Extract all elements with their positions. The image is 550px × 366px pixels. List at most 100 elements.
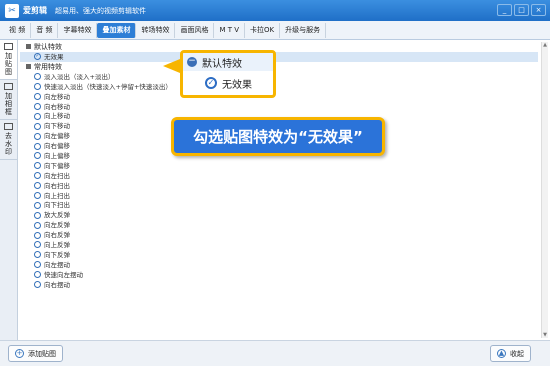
radio-check-icon[interactable]	[34, 182, 41, 190]
radio-check-icon[interactable]	[34, 132, 41, 140]
minus-icon: −	[187, 56, 197, 67]
group-common-effects[interactable]: 常用特效	[20, 62, 538, 72]
effect-item-label: 无效果	[44, 52, 64, 61]
zoom-popup: − 默认特效 ✓ 无效果	[180, 50, 276, 98]
add-sticker-button[interactable]: + 添加贴图	[8, 345, 63, 362]
menu-transition-effects[interactable]: 转场特效	[136, 22, 176, 38]
effect-item-label: 向右摆动	[44, 280, 70, 289]
effect-item[interactable]: 向上反弹	[20, 240, 538, 250]
window-controls: _ □ ×	[497, 4, 546, 16]
effect-item[interactable]: 向左扫出	[20, 171, 538, 181]
effect-item-label: 快速向左摆动	[44, 270, 83, 279]
scroll-down-icon[interactable]: ▼	[542, 332, 548, 338]
radio-check-icon[interactable]	[34, 192, 41, 200]
radio-check-icon[interactable]	[34, 251, 41, 259]
radio-check-icon[interactable]	[34, 93, 41, 101]
tab-add-sticker[interactable]: 加贴图	[0, 40, 17, 80]
collapse-button[interactable]: ▲ 收起	[490, 345, 531, 362]
radio-check-icon[interactable]	[34, 103, 41, 110]
radio-check-icon[interactable]	[34, 162, 41, 170]
radio-check-icon[interactable]	[34, 271, 41, 279]
radio-check-icon[interactable]	[34, 241, 41, 249]
effect-item[interactable]: 向下反弹	[20, 250, 538, 260]
effect-item-label: 向上反弹	[44, 240, 70, 249]
effect-item[interactable]: 向上扫出	[20, 191, 538, 201]
common-effects-list: 淡入淡出（淡入+淡出） 快速淡入淡出（快速淡入+停留+快速淡出） 向左移动 向右移动向…	[20, 72, 538, 290]
maximize-button[interactable]: □	[514, 4, 529, 16]
radio-check-icon[interactable]	[34, 231, 41, 239]
watermark-icon	[4, 123, 13, 130]
list-scrollbar[interactable]: ▲ ▼	[541, 42, 548, 338]
effect-item[interactable]: 向左摆动	[20, 260, 538, 270]
menu-picture-style[interactable]: 画面风格	[175, 22, 215, 38]
effect-item[interactable]: 向左移动	[20, 92, 538, 102]
group-label: 默认特效	[34, 43, 62, 51]
effect-item[interactable]: 向下偏移	[20, 161, 538, 171]
radio-check-icon[interactable]	[34, 211, 41, 219]
menu-mtv[interactable]: M T V	[214, 22, 246, 38]
effect-item-label: 向右扫出	[44, 181, 70, 190]
effect-item-label: 向右移动	[44, 102, 70, 111]
radio-check-icon[interactable]	[34, 221, 41, 229]
popup-pointer-arrow	[163, 59, 180, 73]
menu-audio[interactable]: 音 频	[31, 22, 59, 38]
radio-check-icon[interactable]	[34, 142, 41, 150]
radio-check-icon[interactable]	[34, 122, 41, 130]
effect-item[interactable]: 快速向左摆动	[20, 270, 538, 280]
effect-item-label: 向下反弹	[44, 250, 70, 259]
main-menu-bar: 视 频 音 频 字幕特效 叠加素材 转场特效 画面风格 M T V 卡拉OK 升…	[0, 21, 550, 40]
radio-check-icon[interactable]	[34, 152, 41, 160]
menu-video[interactable]: 视 频	[4, 22, 32, 38]
effect-item-label: 向上偏移	[44, 151, 70, 160]
menu-karaoke[interactable]: 卡拉OK	[245, 22, 281, 38]
app-subtitle: 超易用、强大的视频剪辑软件	[55, 6, 146, 15]
effect-item-label: 向下偏移	[44, 161, 70, 170]
effect-item[interactable]: 淡入淡出（淡入+淡出）	[20, 72, 538, 82]
collapse-toggle-icon	[26, 44, 31, 49]
checkmark-icon: ✓	[205, 77, 217, 89]
effect-item[interactable]: 向右摆动	[20, 280, 538, 290]
scroll-up-icon[interactable]: ▲	[542, 42, 548, 48]
tab-remove-watermark[interactable]: 去水印	[0, 120, 17, 160]
sticker-icon	[4, 43, 13, 50]
menu-upgrade-service[interactable]: 升级与服务	[280, 22, 327, 38]
effect-item[interactable]: 快速淡入淡出（快速淡入+停留+快速淡出）	[20, 82, 538, 92]
close-button[interactable]: ×	[531, 4, 546, 16]
tab-add-frame[interactable]: 加相框	[0, 80, 17, 120]
tab-add-sticker-label: 加贴图	[4, 52, 13, 76]
group-default-effects[interactable]: 默认特效	[20, 42, 538, 52]
effect-item-label: 向右反弹	[44, 231, 70, 240]
radio-check-icon[interactable]	[34, 281, 41, 289]
minimize-button[interactable]: _	[497, 4, 512, 16]
effect-item[interactable]: 向下扫出	[20, 200, 538, 210]
radio-check-icon[interactable]	[34, 201, 41, 209]
collapse-label: 收起	[510, 349, 524, 358]
effect-item[interactable]: 向右移动	[20, 102, 538, 112]
effect-item[interactable]: 向右反弹	[20, 230, 538, 240]
effect-item-label: 淡入淡出（淡入+淡出）	[44, 72, 115, 81]
default-effects-list: ✓ 无效果	[20, 52, 538, 62]
effect-item[interactable]: ✓ 无效果	[20, 52, 538, 62]
radio-check-icon[interactable]	[34, 73, 41, 81]
radio-check-icon[interactable]	[34, 172, 41, 180]
left-tab-strip: 加贴图 加相框 去水印	[0, 40, 18, 340]
group-label: 常用特效	[34, 62, 62, 71]
radio-check-icon[interactable]	[34, 83, 41, 91]
tab-add-frame-label: 加相框	[4, 92, 13, 116]
collapse-icon: ▲	[497, 349, 506, 358]
effect-item[interactable]: 向右扫出	[20, 181, 538, 191]
effect-item[interactable]: 放大反弹	[20, 210, 538, 220]
effect-item-label: 向上移动	[44, 112, 70, 121]
title-bar: ✂ 爱剪辑 超易用、强大的视频剪辑软件 _ □ ×	[0, 0, 550, 21]
popup-heading: − 默认特效	[183, 53, 273, 71]
menu-overlay-material[interactable]: 叠加素材	[97, 22, 137, 38]
effect-item[interactable]: 向左反弹	[20, 220, 538, 230]
radio-check-icon[interactable]	[34, 112, 41, 120]
radio-check-icon[interactable]: ✓	[34, 53, 41, 61]
instruction-callout: 勾选贴图特效为“无效果”	[171, 117, 385, 156]
app-logo-icon: ✂	[5, 3, 19, 18]
add-sticker-label: 添加贴图	[28, 349, 56, 358]
menu-subtitle-effects[interactable]: 字幕特效	[58, 22, 98, 38]
radio-check-icon[interactable]	[34, 261, 41, 269]
popup-no-effect-item[interactable]: ✓ 无效果	[183, 71, 273, 95]
